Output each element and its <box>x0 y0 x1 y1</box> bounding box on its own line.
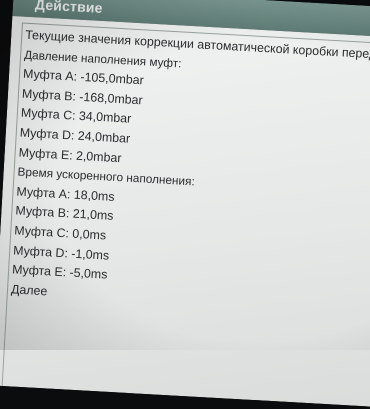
screen: Действие Текущие значения коррекции авто… <box>0 0 370 409</box>
correction-values-list: Текущие значения коррекции автоматическо… <box>10 26 370 320</box>
window-title: Действие <box>34 0 104 16</box>
